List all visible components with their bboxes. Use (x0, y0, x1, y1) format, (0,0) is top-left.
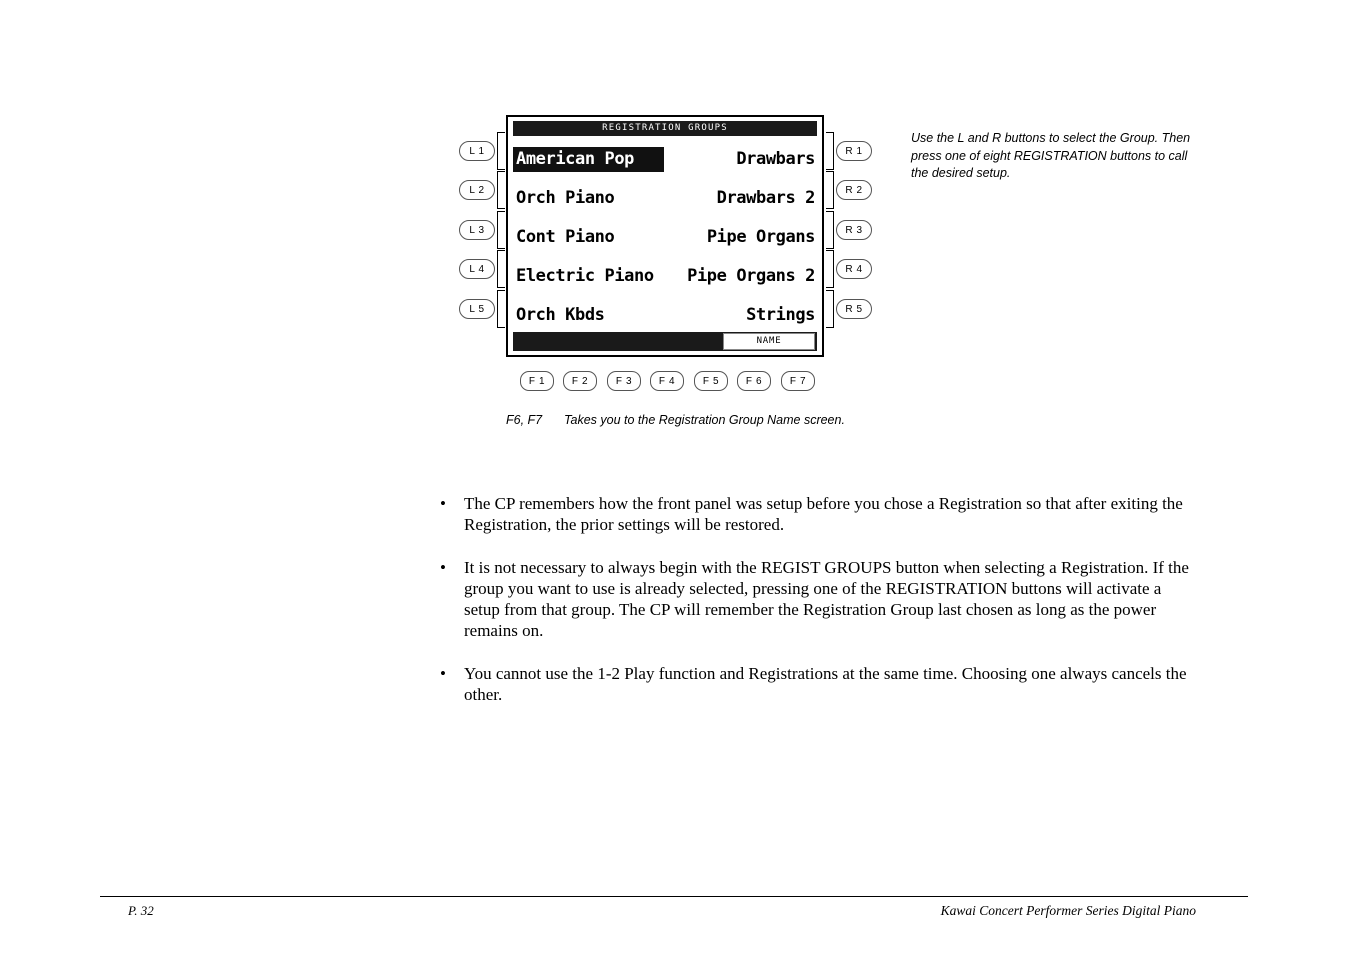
list-item: • It is not necessary to always begin wi… (437, 557, 1197, 641)
bracket-right-3 (826, 211, 834, 249)
list-item: • You cannot use the 1-2 Play function a… (437, 663, 1197, 705)
button-r2[interactable]: R 2 (836, 180, 872, 200)
bracket-left-2 (497, 171, 505, 209)
lcd-row: Orch Piano Drawbars 2 (513, 179, 817, 218)
registration-group-left-4[interactable]: Electric Piano (513, 264, 657, 289)
bullet-text: The CP remembers how the front panel was… (464, 494, 1183, 534)
bullet-list: • The CP remembers how the front panel w… (437, 493, 1197, 727)
button-r5[interactable]: R 5 (836, 299, 872, 319)
button-f2[interactable]: F 2 (563, 371, 597, 391)
list-item: • The CP remembers how the front panel w… (437, 493, 1197, 535)
button-r1[interactable]: R 1 (836, 141, 872, 161)
button-l3[interactable]: L 3 (459, 220, 495, 240)
registration-groups-figure: L 1 L 2 L 3 L 4 L 5 R 1 R 2 R 3 R 4 R 5 … (0, 0, 1348, 450)
bracket-right-4 (826, 250, 834, 288)
name-button[interactable]: NAME (723, 333, 815, 350)
bracket-left-3 (497, 211, 505, 249)
lcd-title-bar: REGISTRATION GROUPS (513, 121, 817, 136)
bracket-left-4 (497, 250, 505, 288)
bullet-text: You cannot use the 1-2 Play function and… (464, 664, 1187, 704)
lcd-row: Orch Kbds Strings (513, 296, 817, 335)
bullet-marker: • (440, 558, 446, 577)
registration-group-right-2[interactable]: Drawbars 2 (714, 186, 817, 211)
bracket-right-1 (826, 132, 834, 170)
registration-group-left-3[interactable]: Cont Piano (513, 225, 617, 250)
button-l4[interactable]: L 4 (459, 259, 495, 279)
registration-group-left-1[interactable]: American Pop (513, 147, 664, 172)
bracket-left-5 (497, 290, 505, 328)
bracket-right-2 (826, 171, 834, 209)
lcd-row: American Pop Drawbars (513, 140, 817, 179)
bracket-right-5 (826, 290, 834, 328)
lcd-screen: REGISTRATION GROUPS American Pop Drawbar… (506, 115, 824, 357)
button-l5[interactable]: L 5 (459, 299, 495, 319)
registration-group-right-3[interactable]: Pipe Organs (704, 225, 817, 250)
caption-text: Takes you to the Registration Group Name… (564, 413, 845, 427)
lcd-footer-bar: NAME (513, 332, 817, 351)
lcd-row: Cont Piano Pipe Organs (513, 218, 817, 257)
button-f5[interactable]: F 5 (694, 371, 728, 391)
button-f7[interactable]: F 7 (781, 371, 815, 391)
button-l2[interactable]: L 2 (459, 180, 495, 200)
button-f6[interactable]: F 6 (737, 371, 771, 391)
registration-group-right-4[interactable]: Pipe Organs 2 (684, 264, 817, 289)
registration-group-left-2[interactable]: Orch Piano (513, 186, 617, 211)
button-f1[interactable]: F 1 (520, 371, 554, 391)
lcd-row: Electric Piano Pipe Organs 2 (513, 257, 817, 296)
caption-keys: F6, F7 (506, 413, 543, 427)
figure-caption: F6, F7 Takes you to the Registration Grou… (506, 413, 845, 427)
footer-divider (100, 896, 1248, 897)
registration-group-right-5[interactable]: Strings (743, 303, 817, 328)
button-r3[interactable]: R 3 (836, 220, 872, 240)
button-f3[interactable]: F 3 (607, 371, 641, 391)
figure-annotation: Use the L and R buttons to select the Gr… (911, 131, 1191, 180)
lcd-row-list: American Pop Drawbars Orch Piano Drawbar… (513, 140, 817, 335)
bullet-marker: • (440, 494, 446, 513)
registration-group-left-5[interactable]: Orch Kbds (513, 303, 608, 328)
registration-group-right-1[interactable]: Drawbars (733, 147, 817, 172)
button-r4[interactable]: R 4 (836, 259, 872, 279)
button-f4[interactable]: F 4 (650, 371, 684, 391)
bracket-left-1 (497, 132, 505, 170)
bullet-text: It is not necessary to always begin with… (464, 558, 1189, 640)
button-l1[interactable]: L 1 (459, 141, 495, 161)
page-number: P. 32 (128, 903, 154, 918)
bullet-marker: • (440, 664, 446, 683)
footer-product-name: Kawai Concert Performer Series Digital P… (940, 903, 1196, 918)
